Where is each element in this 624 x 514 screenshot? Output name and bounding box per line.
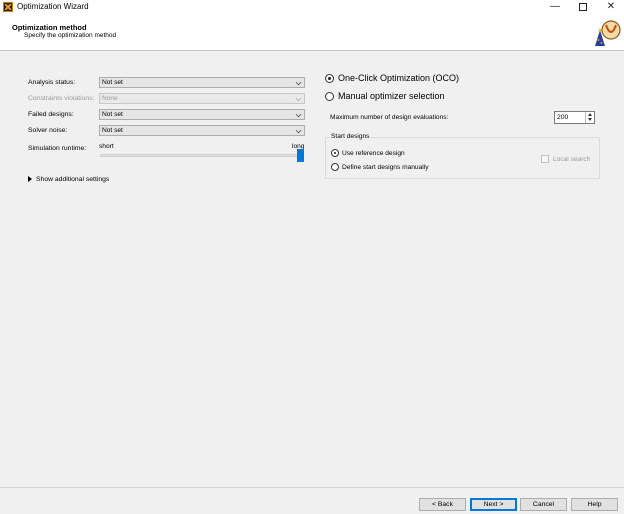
title-bar: Optimization Wizard — ✕: [0, 0, 624, 15]
minimize-button[interactable]: —: [540, 0, 570, 15]
radio-selected-icon: [331, 149, 339, 157]
show-additional-label: Show additional settings: [36, 176, 110, 183]
analysis-status-select[interactable]: Not set: [99, 77, 305, 88]
footer-divider: [0, 487, 624, 488]
cancel-button[interactable]: Cancel: [520, 498, 567, 511]
chevron-down-icon: [295, 127, 302, 134]
expand-triangle-icon: [28, 176, 32, 183]
help-button[interactable]: Help: [571, 498, 618, 511]
max-evaluations-label: Maximum number of design evaluations:: [330, 114, 449, 121]
radio-selected-icon: [325, 73, 334, 83]
runtime-slider-thumb[interactable]: [297, 149, 304, 162]
maximize-icon: [579, 3, 587, 11]
oco-radio[interactable]: One-Click Optimization (OCO): [325, 73, 459, 83]
solver-noise-label: Solver noise:: [28, 127, 68, 134]
constraints-violations-label: Constraints violations:: [28, 95, 95, 102]
max-evaluations-value: 200: [557, 114, 569, 121]
local-search-checkbox: Local search: [541, 155, 590, 163]
window-title: Optimization Wizard: [17, 2, 89, 11]
manual-optimizer-radio[interactable]: Manual optimizer selection: [325, 91, 445, 101]
page-subtitle: Specify the optimization method: [24, 32, 117, 39]
use-reference-radio[interactable]: Use reference design: [331, 149, 405, 157]
wizard-logo-icon: [595, 20, 621, 46]
failed-designs-value: Not set: [102, 111, 123, 118]
constraints-violations-value: None: [102, 95, 118, 102]
checkbox-icon: [541, 155, 549, 163]
slider-min-label: short: [99, 143, 114, 150]
define-manually-label: Define start designs manually: [342, 163, 429, 171]
app-icon: [3, 2, 13, 12]
close-button[interactable]: ✕: [596, 0, 624, 15]
chevron-down-icon: [295, 111, 302, 118]
chevron-down-icon: [295, 95, 302, 102]
chevron-down-icon: [295, 79, 302, 86]
page-title: Optimization method: [12, 23, 87, 32]
analysis-status-value: Not set: [102, 79, 123, 86]
manual-optimizer-label: Manual optimizer selection: [338, 91, 445, 101]
back-button[interactable]: < Back: [419, 498, 466, 511]
solver-noise-select[interactable]: Not set: [99, 125, 305, 136]
next-button[interactable]: Next >: [470, 498, 517, 511]
wizard-header: Optimization method Specify the optimiza…: [0, 15, 624, 51]
local-search-label: Local search: [553, 155, 591, 163]
define-manually-radio[interactable]: Define start designs manually: [331, 163, 429, 171]
max-evaluations-spinner[interactable]: 200: [554, 111, 595, 124]
spinner-arrows-icon[interactable]: [585, 112, 594, 123]
failed-designs-select[interactable]: Not set: [99, 109, 305, 120]
radio-unselected-icon: [331, 163, 339, 171]
use-reference-label: Use reference design: [342, 149, 405, 157]
simulation-runtime-label: Simulation runtime:: [28, 145, 87, 152]
maximize-button[interactable]: [568, 0, 598, 15]
start-designs-title: Start designs: [330, 133, 371, 140]
failed-designs-label: Failed designs:: [28, 111, 74, 118]
radio-unselected-icon: [325, 91, 334, 101]
oco-label: One-Click Optimization (OCO): [338, 73, 460, 83]
analysis-status-label: Analysis status:: [28, 79, 76, 86]
constraints-violations-select: None: [99, 93, 305, 104]
runtime-slider-track[interactable]: [100, 154, 302, 157]
solver-noise-value: Not set: [102, 127, 123, 134]
show-additional-settings[interactable]: Show additional settings: [28, 176, 109, 183]
